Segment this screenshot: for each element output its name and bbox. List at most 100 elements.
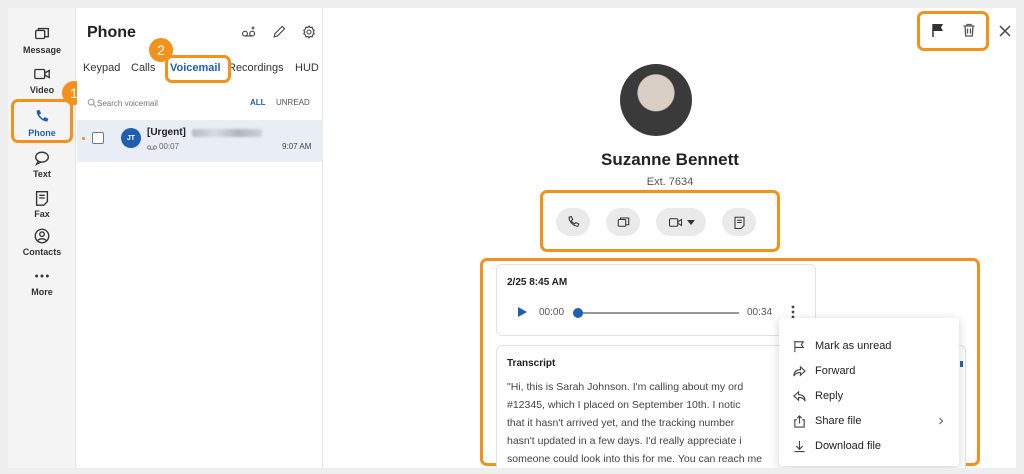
contacts-icon bbox=[34, 228, 50, 244]
menu-item-label: Download file bbox=[815, 440, 882, 452]
rail-label: Contacts bbox=[22, 247, 62, 257]
menu-item-share-file[interactable]: Share file bbox=[779, 409, 959, 433]
select-checkbox[interactable] bbox=[92, 132, 104, 144]
rail-item-fax[interactable]: Fax bbox=[14, 184, 70, 224]
highlight-voicemail-tab bbox=[165, 55, 231, 83]
rail-label: More bbox=[31, 287, 53, 297]
compose-button[interactable] bbox=[269, 22, 289, 42]
redacted-caller bbox=[192, 129, 262, 137]
menu-item-reply[interactable]: Reply bbox=[779, 384, 959, 408]
flag-button[interactable] bbox=[930, 22, 946, 38]
avatar: JT bbox=[121, 128, 141, 148]
call-button[interactable] bbox=[556, 208, 590, 236]
highlight-phone bbox=[11, 99, 73, 143]
nav-rail: Message Video Phone Text Fax Contacts Mo… bbox=[8, 8, 76, 468]
more-icon bbox=[35, 274, 49, 278]
search-row: ALL UNREAD bbox=[77, 92, 323, 116]
voicemail-time: 9:07 AM bbox=[282, 142, 312, 151]
panel-title: Phone bbox=[87, 24, 136, 41]
transcript-text: "Hi, this is Sarah Johnson. I'm calling … bbox=[507, 378, 762, 468]
video-icon bbox=[34, 68, 50, 80]
fax-icon bbox=[35, 191, 49, 206]
message-icon bbox=[35, 27, 49, 40]
trash-icon bbox=[963, 23, 975, 37]
close-icon bbox=[999, 25, 1011, 37]
menu-item-label: Forward bbox=[815, 365, 856, 377]
download-icon bbox=[794, 440, 805, 452]
tab-hud[interactable]: HUD bbox=[295, 62, 319, 74]
menu-item-label: Share file bbox=[815, 415, 862, 427]
play-icon[interactable] bbox=[517, 307, 527, 317]
video-call-button[interactable] bbox=[656, 208, 706, 236]
rail-item-more[interactable]: More bbox=[14, 262, 70, 302]
pencil-icon bbox=[273, 25, 286, 38]
video-icon bbox=[668, 217, 682, 227]
current-time: 00:00 bbox=[539, 307, 565, 318]
flag-outline-icon bbox=[794, 340, 805, 352]
step-badge-2: 2 bbox=[149, 38, 173, 62]
transcript-line: someone could look into this for me. You… bbox=[507, 453, 763, 465]
menu-item-forward[interactable]: Forward bbox=[779, 359, 959, 383]
voicemail-detail: Suzanne Bennett Ext. 7634 2/25 8:45 AM 0… bbox=[324, 8, 1016, 468]
share-icon bbox=[794, 414, 805, 428]
progress-knob[interactable] bbox=[573, 308, 583, 318]
total-time: 00:34 bbox=[747, 307, 773, 318]
tab-calls[interactable]: Calls bbox=[131, 62, 155, 74]
menu-item-label: Mark as unread bbox=[815, 340, 892, 352]
rail-label: Video bbox=[29, 85, 55, 95]
caret-down-icon bbox=[686, 220, 695, 225]
menu-item-mark-unread[interactable]: Mark as unread bbox=[779, 334, 959, 358]
transcript-line: "Hi, this is Sarah Johnson. I'm calling … bbox=[507, 381, 744, 393]
gear-icon bbox=[303, 25, 315, 39]
rail-item-text[interactable]: Text bbox=[14, 144, 70, 184]
voicemail-date: 2/25 8:45 AM bbox=[507, 277, 568, 288]
message-button[interactable] bbox=[606, 208, 640, 236]
rail-label: Text bbox=[33, 169, 51, 179]
tab-keypad[interactable]: Keypad bbox=[83, 62, 120, 74]
player-card: 2/25 8:45 AM 00:00 00:34 bbox=[496, 264, 816, 336]
rail-item-contacts[interactable]: Contacts bbox=[14, 222, 70, 262]
more-vertical-icon[interactable] bbox=[791, 305, 795, 319]
voicemail-list-item[interactable]: JT [Urgent] 00:07 9:07 AM bbox=[77, 120, 323, 162]
chevron-right-icon bbox=[939, 417, 944, 425]
unread-dot bbox=[82, 137, 85, 140]
filter-unread[interactable]: UNREAD bbox=[276, 98, 310, 107]
transcript-line: hasn't updated in a few days. I'd really… bbox=[507, 435, 742, 447]
fax-button[interactable] bbox=[722, 208, 756, 236]
contact-ext: Ext. 7634 bbox=[646, 176, 694, 188]
rail-label: Message bbox=[22, 45, 62, 55]
voicemail-duration: 00:07 bbox=[159, 142, 180, 151]
highlight-top-actions bbox=[917, 11, 989, 51]
rail-label: Fax bbox=[34, 209, 50, 219]
forward-icon bbox=[793, 365, 806, 376]
progress-track[interactable] bbox=[577, 312, 739, 314]
close-button[interactable] bbox=[997, 23, 1013, 39]
settings-button[interactable] bbox=[299, 22, 319, 42]
context-menu: Mark as unread Forward Reply Share file … bbox=[779, 318, 959, 466]
delete-button[interactable] bbox=[961, 22, 977, 38]
contact-name: Suzanne Bennett bbox=[601, 150, 739, 169]
flag-icon bbox=[932, 24, 943, 37]
transcript-line: #12345, which I placed on September 10th… bbox=[507, 399, 741, 411]
voicemail-title: [Urgent] bbox=[147, 127, 186, 138]
transcript-heading: Transcript bbox=[507, 358, 556, 369]
filter-all[interactable]: ALL bbox=[250, 98, 266, 107]
menu-item-download-file[interactable]: Download file bbox=[779, 434, 959, 458]
reply-icon bbox=[793, 390, 806, 401]
phone-icon bbox=[567, 215, 579, 227]
tab-recordings[interactable]: Recordings bbox=[228, 62, 284, 74]
voicemail-greeting-button[interactable] bbox=[239, 22, 259, 42]
message-icon bbox=[617, 216, 629, 227]
menu-item-label: Reply bbox=[815, 390, 844, 402]
search-icon bbox=[87, 98, 97, 108]
transcript-line: that it hasn't arrived yet, and the trac… bbox=[507, 417, 735, 429]
contact-avatar bbox=[620, 64, 692, 136]
app-window: Message Video Phone Text Fax Contacts Mo… bbox=[8, 8, 1016, 468]
voicemail-icon bbox=[147, 145, 157, 150]
rail-item-message[interactable]: Message bbox=[14, 20, 70, 60]
search-input[interactable] bbox=[97, 94, 237, 112]
scrollbar-thumb[interactable] bbox=[960, 361, 963, 367]
voicemail-icon bbox=[242, 26, 256, 37]
fax-icon bbox=[733, 216, 745, 229]
text-icon bbox=[35, 151, 49, 166]
